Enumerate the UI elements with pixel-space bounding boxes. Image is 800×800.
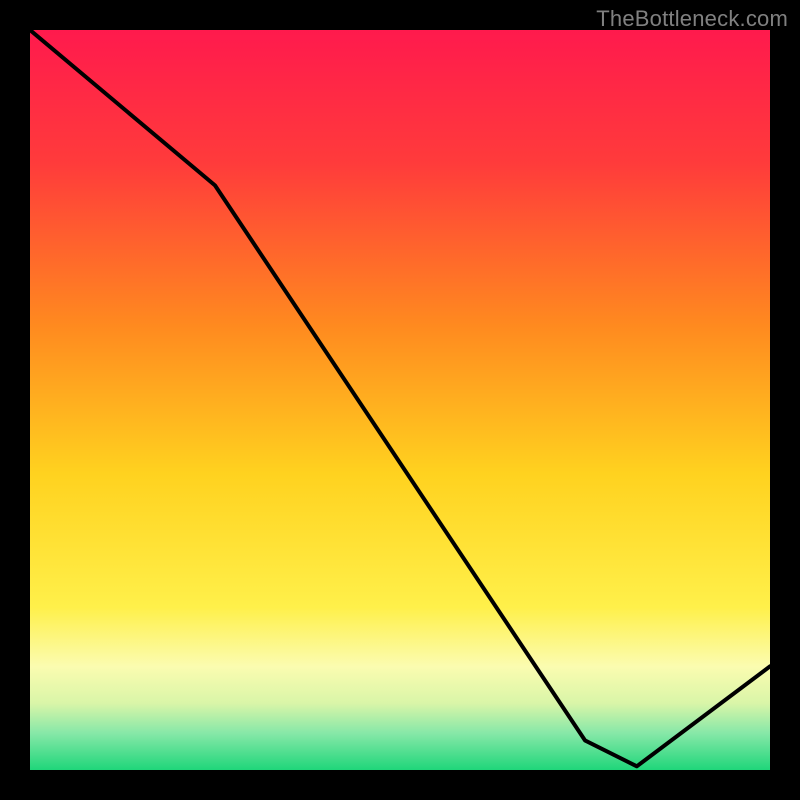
chart-area	[30, 30, 770, 770]
watermark-text: TheBottleneck.com	[596, 6, 788, 32]
chart-gradient-background	[30, 30, 770, 770]
